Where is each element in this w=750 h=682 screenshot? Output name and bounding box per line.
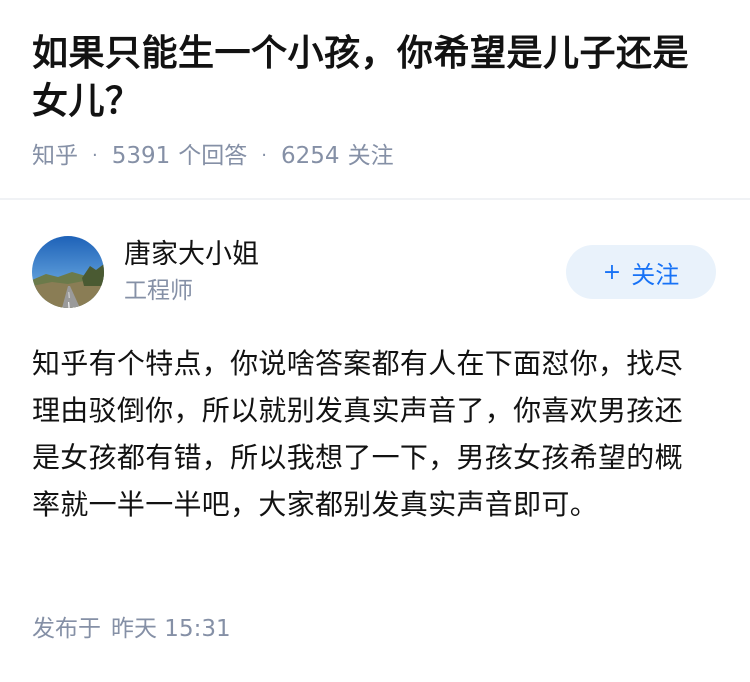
- avatar[interactable]: [32, 236, 104, 308]
- question-header: 如果只能生一个小孩，你希望是儿子还是女儿？ 知乎 · 5391 个回答 · 62…: [0, 0, 750, 172]
- author-info: 唐家大小姐 工程师: [124, 237, 566, 307]
- section-divider: [0, 198, 750, 200]
- question-title[interactable]: 如果只能生一个小孩，你希望是儿子还是女儿？: [32, 30, 718, 126]
- answer-count: 5391: [111, 143, 171, 169]
- answer-count-label: 个回答: [178, 143, 248, 169]
- plus-icon: +: [602, 259, 622, 285]
- question-meta: 知乎 · 5391 个回答 · 6254 关注: [32, 140, 718, 172]
- author-bio: 工程师: [124, 278, 193, 304]
- avatar-landscape-image: [32, 236, 104, 308]
- source-label: 知乎: [32, 143, 78, 169]
- author-name[interactable]: 唐家大小姐: [124, 237, 566, 273]
- separator-dot: ·: [92, 145, 98, 166]
- answer-content[interactable]: 知乎有个特点，你说啥答案都有人在下面怼你，找尽理由驳倒你，所以就别发真实声音了，…: [32, 340, 692, 528]
- publish-time: 发布于 昨天 15:31: [32, 613, 231, 645]
- author-row: 唐家大小姐 工程师 + 关注: [32, 234, 718, 310]
- follow-count-label: 关注: [347, 143, 394, 169]
- publish-label: 发布于: [32, 616, 101, 642]
- follow-count: 6254: [281, 143, 340, 169]
- answer-card: 唐家大小姐 工程师 + 关注 知乎有个特点，你说啥答案都有人在下面怼你，找尽理由…: [32, 234, 718, 528]
- publish-time-value: 昨天 15:31: [111, 616, 231, 642]
- separator-dot: ·: [261, 145, 268, 166]
- follow-button-label: 关注: [631, 260, 680, 289]
- follow-button[interactable]: + 关注: [566, 245, 716, 299]
